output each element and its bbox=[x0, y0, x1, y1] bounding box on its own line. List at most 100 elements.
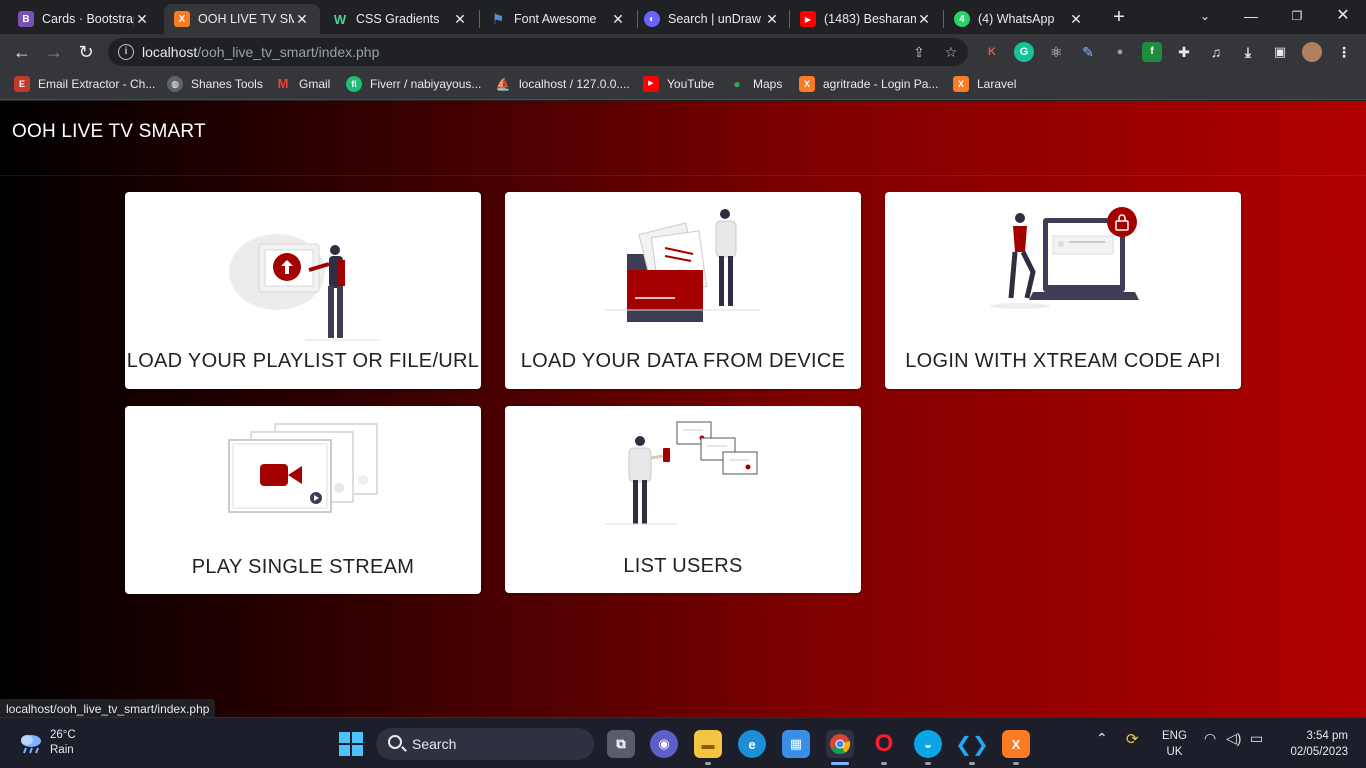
grammarly-icon[interactable]: G bbox=[1014, 42, 1034, 62]
vscode-icon[interactable]: ❮❯ bbox=[955, 730, 989, 758]
extension-icon[interactable]: ● bbox=[1110, 42, 1130, 62]
bookmark-label: Fiverr / nabiyayous... bbox=[370, 77, 482, 91]
react-devtools-icon[interactable]: ⚛ bbox=[1046, 42, 1066, 62]
tab-css-gradients[interactable]: W CSS Gradients ✕ bbox=[322, 4, 478, 34]
status-bar-url: localhost/ooh_live_tv_smart/index.php bbox=[0, 699, 216, 719]
media-control-icon[interactable]: ♫ bbox=[1206, 42, 1226, 62]
bookmark-email-extractor[interactable]: E Email Extractor - Ch... bbox=[14, 76, 155, 92]
teams-chat-icon[interactable]: ◉ bbox=[650, 730, 678, 758]
close-icon[interactable]: ✕ bbox=[916, 11, 932, 28]
bookmark-agritrade[interactable]: Xagritrade - Login Pa... bbox=[799, 76, 938, 92]
restore-button[interactable]: ❐ bbox=[1274, 4, 1320, 28]
bookmark-label: Email Extractor - Ch... bbox=[38, 77, 156, 91]
new-tab-button[interactable]: + bbox=[1108, 6, 1130, 28]
site-info-icon[interactable]: i bbox=[118, 44, 134, 60]
bookmark-label: YouTube bbox=[667, 77, 715, 91]
card-load-playlist[interactable]: LOAD YOUR PLAYLIST OR FILE/URL bbox=[125, 192, 481, 389]
bootstrap-icon: B bbox=[18, 11, 34, 27]
card-label: PLAY SINGLE STREAM bbox=[191, 556, 415, 578]
page-content: OOH LIVE TV SMART LOAD YOUR PLAYLIST OR … bbox=[0, 101, 1366, 717]
back-button[interactable]: ← bbox=[10, 40, 34, 64]
color-picker-icon[interactable]: ✎ bbox=[1078, 42, 1098, 62]
weather-widget[interactable]: 26°C Rain bbox=[18, 728, 76, 758]
tab-bootstrap[interactable]: B Cards · Bootstrap ✕ bbox=[8, 4, 160, 34]
edge-icon[interactable]: e bbox=[738, 730, 766, 758]
app-brand[interactable]: OOH LIVE TV SMART bbox=[12, 121, 206, 143]
xampp-icon[interactable]: X bbox=[1002, 730, 1030, 758]
tab-whatsapp[interactable]: 4 (4) WhatsApp ✕ bbox=[944, 4, 1094, 34]
bookmark-shanes-tools[interactable]: ◍ Shanes Tools bbox=[167, 76, 263, 92]
bookmark-maps[interactable]: ● Maps bbox=[729, 76, 782, 92]
side-panel-icon[interactable]: ▣ bbox=[1270, 42, 1290, 62]
taskbar-search[interactable]: Search bbox=[376, 728, 594, 760]
card-list-users[interactable]: LIST USERS bbox=[505, 406, 861, 593]
folder-illustration bbox=[605, 209, 760, 322]
windows-start-icon[interactable] bbox=[339, 732, 363, 756]
profile-avatar[interactable] bbox=[1302, 42, 1322, 62]
tab-strip: B Cards · Bootstrap ✕ X OOH LIVE TV SMAR… bbox=[0, 0, 1366, 34]
bookmark-fiverr[interactable]: fi Fiverr / nabiyayous... bbox=[346, 76, 481, 92]
bookmark-phpmyadmin[interactable]: ⛵ localhost / 127.0.0.... bbox=[495, 76, 630, 92]
store-icon[interactable]: ▦ bbox=[782, 730, 810, 758]
bookmark-youtube[interactable]: ▶ YouTube bbox=[643, 76, 714, 92]
chrome-icon[interactable] bbox=[826, 730, 854, 758]
close-icon[interactable]: ✕ bbox=[294, 11, 310, 28]
volume-icon[interactable]: ◁) bbox=[1226, 730, 1241, 747]
battery-icon[interactable]: ▭ bbox=[1250, 730, 1263, 747]
language-indicator[interactable]: ENG UK bbox=[1162, 728, 1187, 760]
card-label: LOAD YOUR PLAYLIST OR FILE/URL bbox=[126, 350, 480, 372]
opera-icon[interactable]: O bbox=[870, 730, 898, 758]
forward-button[interactable]: → bbox=[42, 40, 66, 64]
tab-title: OOH LIVE TV SMART bbox=[198, 12, 294, 26]
tab-ooh-live-tv[interactable]: X OOH LIVE TV SMART ✕ bbox=[164, 4, 320, 34]
bookmark-laravel[interactable]: X Laravel bbox=[953, 76, 1016, 92]
address-url[interactable]: localhost/ooh_live_tv_smart/index.php bbox=[142, 44, 379, 60]
close-icon[interactable]: ✕ bbox=[134, 11, 150, 28]
bookmark-gmail[interactable]: M Gmail bbox=[275, 76, 331, 92]
running-indicator bbox=[705, 762, 711, 765]
card-login-xtream[interactable]: LOGIN WITH XTREAM CODE API bbox=[885, 192, 1241, 389]
tab-title: (4) WhatsApp bbox=[978, 12, 1055, 26]
share-icon[interactable]: ⇪ bbox=[910, 43, 928, 61]
file-explorer-icon[interactable]: ▬ bbox=[694, 730, 722, 758]
close-icon[interactable]: ✕ bbox=[1068, 11, 1084, 28]
wifi-icon[interactable]: ◠ bbox=[1204, 730, 1216, 747]
gmail-icon: M bbox=[277, 76, 289, 91]
tab-undraw[interactable]: ◐ Search | unDraw ✕ bbox=[634, 4, 790, 34]
tab-title: Font Awesome bbox=[514, 12, 597, 26]
chevron-up-icon[interactable]: ⌃ bbox=[1096, 730, 1108, 747]
download-icon[interactable]: ⤓ bbox=[1238, 42, 1258, 62]
close-icon[interactable]: ✕ bbox=[452, 11, 468, 28]
bookmark-label: Maps bbox=[753, 77, 783, 91]
menu-kebab-icon[interactable]: ⋮ bbox=[1334, 42, 1354, 62]
bookmark-star-icon[interactable]: ☆ bbox=[942, 43, 960, 61]
system-clock[interactable]: 3:54 pm 02/05/2023 bbox=[1290, 728, 1348, 760]
flag-icon: ⚑ bbox=[491, 10, 505, 27]
running-indicator bbox=[1013, 762, 1019, 765]
minimize-button[interactable]: — bbox=[1228, 4, 1274, 28]
k-extension-icon[interactable]: K bbox=[982, 42, 1002, 62]
reload-button[interactable]: ↻ bbox=[74, 40, 98, 64]
user-list-illustration bbox=[605, 421, 758, 525]
sync-icon[interactable]: ⟳ bbox=[1126, 730, 1139, 748]
fiverr-icon: fi bbox=[346, 76, 362, 92]
card-load-device-data[interactable]: LOAD YOUR DATA FROM DEVICE bbox=[505, 192, 861, 389]
close-icon[interactable]: ✕ bbox=[610, 11, 626, 28]
xampp-icon: X bbox=[953, 76, 969, 92]
fiverr-extension-icon[interactable]: f bbox=[1142, 42, 1162, 62]
tab-font-awesome[interactable]: ⚑ Font Awesome ✕ bbox=[480, 4, 636, 34]
card-play-single-stream[interactable]: PLAY SINGLE STREAM bbox=[125, 406, 481, 594]
window-close-button[interactable]: ✕ bbox=[1320, 4, 1366, 28]
tab-youtube[interactable]: ▶ (1483) Besharam ✕ bbox=[790, 4, 942, 34]
email-extractor-icon: E bbox=[14, 76, 30, 92]
edge-dev-icon[interactable]: ◒ bbox=[914, 730, 942, 758]
browser-toolbar: ← → ↻ i localhost/ooh_live_tv_smart/inde… bbox=[0, 34, 1366, 70]
address-bar[interactable]: i localhost/ooh_live_tv_smart/index.php … bbox=[108, 38, 968, 66]
task-view-icon[interactable]: ⧉ bbox=[607, 730, 635, 758]
close-icon[interactable]: ✕ bbox=[764, 11, 780, 28]
puzzle-icon[interactable]: ✚ bbox=[1174, 42, 1194, 62]
youtube-icon: ▶ bbox=[643, 76, 659, 92]
tab-search-chevron-icon[interactable]: ⌄ bbox=[1182, 4, 1228, 28]
active-indicator bbox=[831, 762, 849, 765]
whatsapp-icon: 4 bbox=[954, 11, 970, 27]
